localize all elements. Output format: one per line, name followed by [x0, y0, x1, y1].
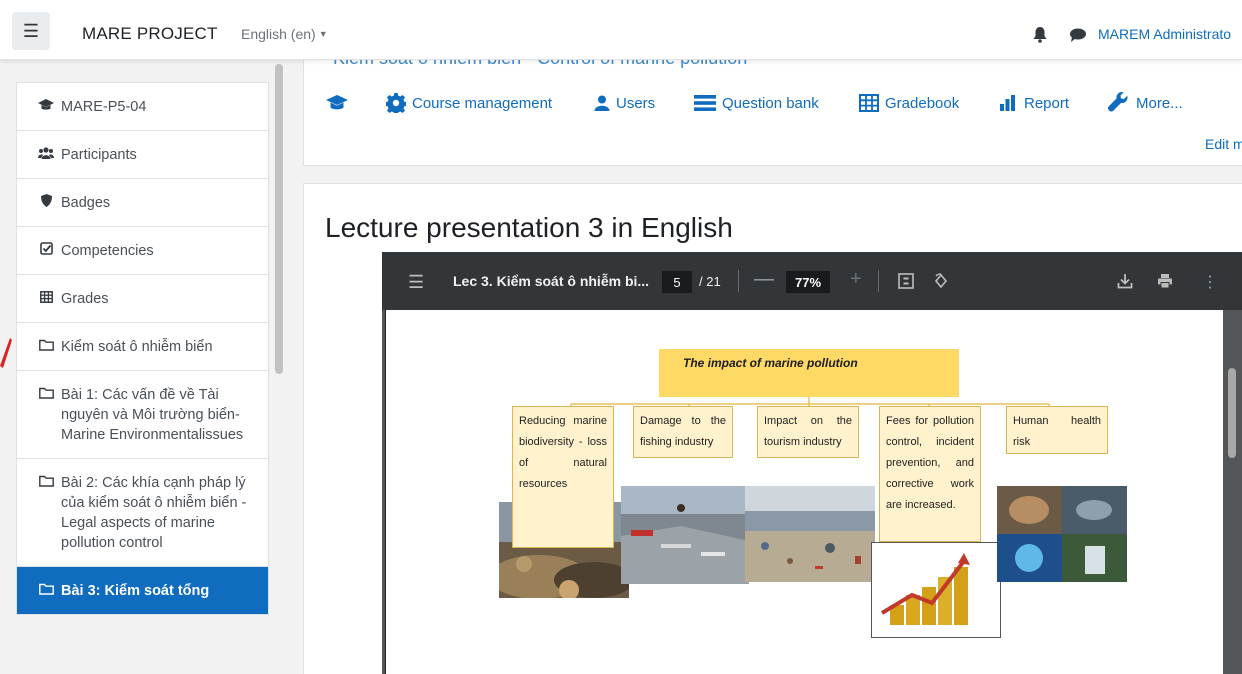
- users-label: Users: [616, 94, 656, 112]
- pdf-menu-icon[interactable]: ☰: [408, 272, 424, 293]
- bar-chart-icon: [1000, 95, 1015, 111]
- photo-polluted-beach: [745, 486, 875, 582]
- wrench-icon: [1108, 92, 1128, 112]
- drawer-toggle-button[interactable]: ☰: [12, 12, 50, 50]
- sidebar-item-label: Bài 2: Các khía cạnh pháp lý của kiểm so…: [61, 475, 247, 551]
- gradebook-label: Gradebook: [885, 94, 960, 112]
- folder-icon: [37, 337, 55, 357]
- users-icon: [37, 145, 55, 165]
- pdf-page: The impact of marine pollution Reducing …: [385, 310, 1223, 674]
- gradebook-link[interactable]: Gradebook: [859, 85, 959, 121]
- photo-rising-coins: [871, 542, 1001, 638]
- sidebar-item-section-0[interactable]: Kiểm soát ô nhiễm biển: [17, 322, 268, 370]
- hamburger-icon: ☰: [22, 20, 40, 41]
- slide-box-fishing: Damage to the fishing industry: [633, 406, 733, 458]
- sidebar-item-label: Competencies: [61, 243, 154, 259]
- sidebar-item-participants[interactable]: Participants: [17, 130, 268, 178]
- site-name[interactable]: MARE PROJECT: [82, 24, 218, 44]
- zoom-in-button[interactable]: +: [850, 268, 862, 291]
- rotate-icon[interactable]: [933, 273, 949, 289]
- sidebar-item-section-2[interactable]: Bài 2: Các khía cạnh pháp lý của kiểm so…: [17, 458, 268, 566]
- page-title: Lecture presentation 3 in English: [325, 212, 733, 243]
- question-bank-link[interactable]: Question bank: [694, 85, 819, 121]
- table-icon: [37, 289, 55, 309]
- bell-icon[interactable]: [1033, 27, 1047, 43]
- list-icon: [694, 95, 716, 111]
- drawer-scrollbar[interactable]: [275, 64, 283, 374]
- sidebar-item-section-1[interactable]: Bài 1: Các vấn đề về Tài nguyên và Môi t…: [17, 370, 268, 458]
- sidebar-item-grades[interactable]: Grades: [17, 274, 268, 322]
- pdf-scrollbar[interactable]: [1228, 368, 1236, 458]
- users-link[interactable]: Users: [594, 85, 655, 121]
- photo-health-risk: [997, 486, 1127, 582]
- sidebar-item-label: Grades: [61, 291, 109, 307]
- graduation-cap-icon: [37, 97, 55, 117]
- edit-mode-link[interactable]: Edit m: [1205, 136, 1242, 152]
- language-menu[interactable]: English (en) ▼: [241, 26, 328, 42]
- language-label: English (en): [241, 26, 316, 42]
- sidebar-item-section-3[interactable]: Bài 3: Kiểm soát tổng: [17, 566, 268, 614]
- pdf-page-input[interactable]: 5: [662, 271, 692, 293]
- course-home-link[interactable]: [326, 85, 354, 121]
- question-bank-label: Question bank: [722, 94, 819, 112]
- sidebar-item-label: Badges: [61, 195, 111, 211]
- graduation-cap-icon: [326, 95, 348, 110]
- fit-page-icon[interactable]: [898, 273, 914, 289]
- shield-icon: [37, 193, 55, 213]
- course-management-label: Course management: [412, 94, 553, 112]
- photo-dead-fish: [621, 486, 749, 584]
- sidebar-item-competencies[interactable]: Competencies: [17, 226, 268, 274]
- more-menu-link[interactable]: More...: [1108, 85, 1183, 121]
- pdf-viewer[interactable]: ☰ Lec 3. Kiểm soát ô nhiễm bi... 5 / 21 …: [382, 252, 1242, 674]
- chat-icon[interactable]: [1070, 28, 1086, 42]
- sidebar-item-badges[interactable]: Badges: [17, 178, 268, 226]
- slide-box-tourism: Impact on the tourism industry: [757, 406, 859, 458]
- gear-icon: [386, 93, 406, 113]
- check-square-icon: [37, 241, 55, 261]
- slide-box-health: Human health risk: [1006, 406, 1108, 454]
- download-icon[interactable]: [1117, 273, 1133, 289]
- sidebar-item-label: Kiểm soát ô nhiễm biển: [61, 339, 213, 355]
- pdf-document-title: Lec 3. Kiểm soát ô nhiễm bi...: [453, 273, 650, 289]
- top-navbar: ☰ MARE PROJECT English (en) ▼ MAREM Admin…: [0, 0, 1242, 60]
- caret-down-icon: ▼: [318, 29, 328, 39]
- report-label: Report: [1024, 94, 1070, 112]
- sidebar-item-label: Bài 3: Kiểm soát tổng: [61, 583, 210, 599]
- table-icon: [859, 94, 879, 112]
- red-annotation-mark: [0, 338, 12, 368]
- toolbar-divider: [878, 270, 879, 292]
- pdf-zoom-input[interactable]: 77%: [786, 271, 830, 293]
- course-nav-list: MARE-P5-04 Participants Badges Competenc…: [16, 82, 269, 615]
- user-menu[interactable]: MAREM Administrato: [1098, 26, 1231, 42]
- zoom-out-button[interactable]: —: [754, 268, 774, 291]
- course-index-drawer: MARE-P5-04 Participants Badges Competenc…: [0, 60, 288, 674]
- sidebar-item-label: Bài 1: Các vấn đề về Tài nguyên và Môi t…: [61, 387, 244, 443]
- folder-icon: [37, 581, 55, 601]
- slide-box-fees: Fees for pollution control, incident pre…: [879, 406, 981, 542]
- slide-box-biodiversity: Reducing marine biodiversity - loss of n…: [512, 406, 614, 548]
- folder-icon: [37, 473, 55, 493]
- folder-icon: [37, 385, 55, 405]
- toolbar-divider: [738, 270, 739, 292]
- more-label: More...: [1136, 94, 1183, 112]
- sidebar-item-label: MARE-P5-04: [61, 99, 147, 115]
- more-vertical-icon[interactable]: ⋮: [1202, 272, 1218, 292]
- print-icon[interactable]: [1157, 273, 1173, 289]
- sidebar-item-label: Participants: [61, 147, 137, 163]
- pdf-toolbar: ☰ Lec 3. Kiểm soát ô nhiễm bi... 5 / 21 …: [382, 252, 1242, 310]
- pdf-page-total: / 21: [699, 274, 721, 289]
- sidebar-item-course[interactable]: MARE-P5-04: [17, 83, 268, 130]
- report-link[interactable]: Report: [1000, 85, 1069, 121]
- user-icon: [594, 95, 610, 111]
- course-management-link[interactable]: Course management: [386, 85, 552, 121]
